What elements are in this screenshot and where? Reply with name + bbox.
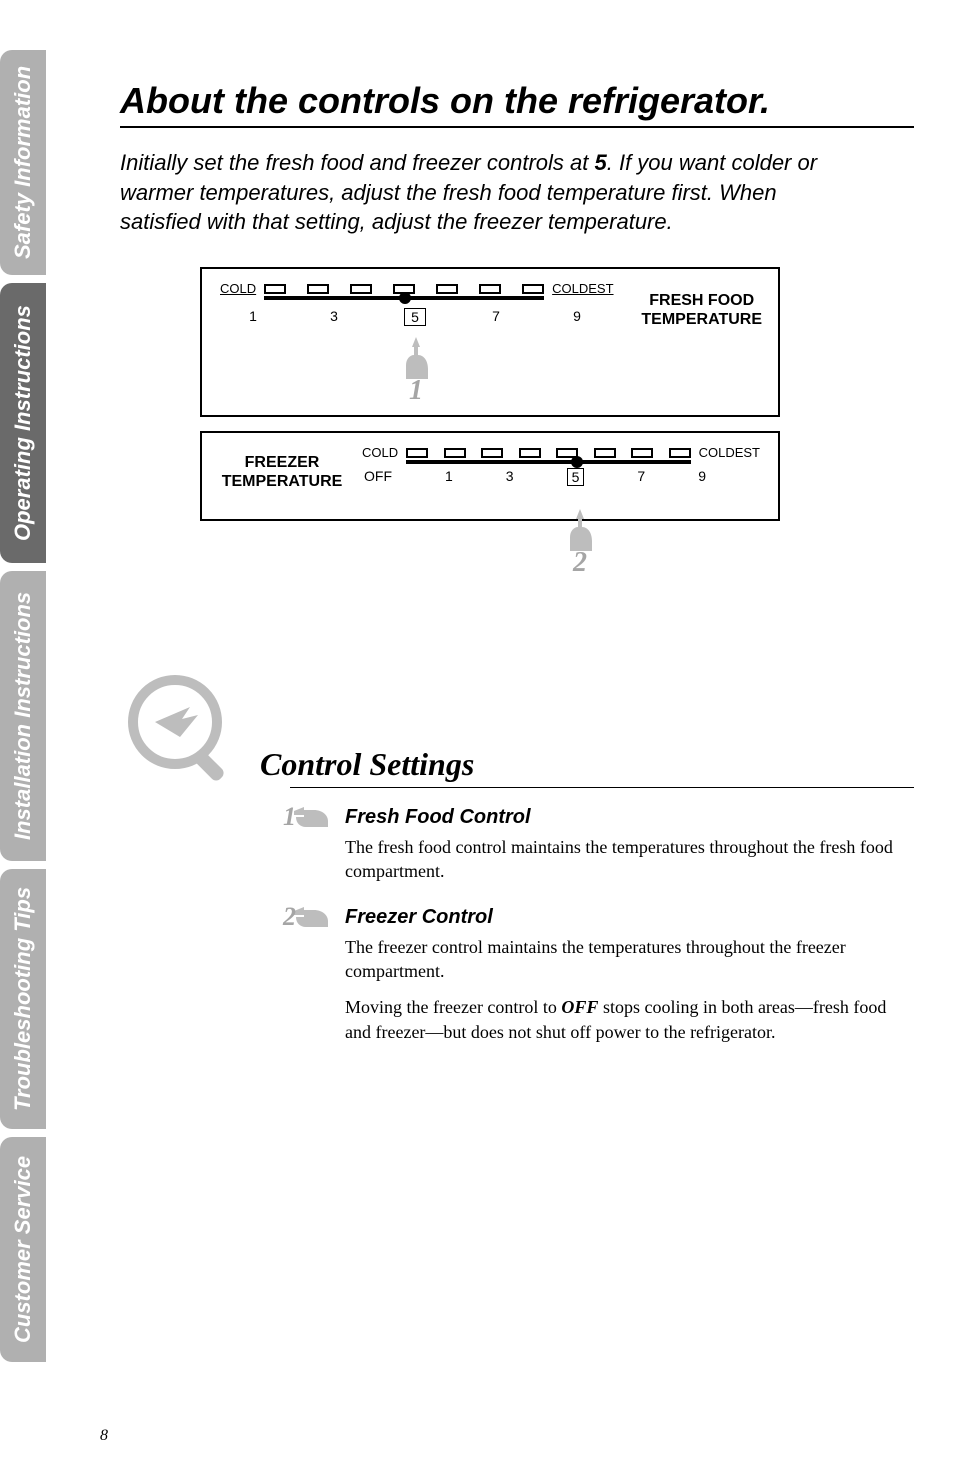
tab-installation-instructions[interactable]: Installation Instructions (0, 571, 46, 861)
section-rule (290, 787, 914, 788)
scale-num: 9 (566, 308, 588, 326)
tab-safety-information[interactable]: Safety Information (0, 50, 46, 275)
detent (481, 448, 503, 458)
scale-num: OFF (364, 468, 392, 486)
detent (350, 284, 372, 294)
tab-customer-service[interactable]: Customer Service (0, 1137, 46, 1362)
label-line1: FRESH FOOD (649, 292, 754, 309)
label-line2: TEMPERATURE (641, 311, 762, 328)
section-title: Control Settings (260, 746, 914, 783)
pointing-hand-right-icon (292, 803, 332, 831)
diagrams: COLD COLDEST 1 (200, 267, 914, 607)
callout-hand-1: 1 (398, 335, 434, 407)
callout-number: 1 (409, 375, 423, 407)
freezer-control-heading: Freezer Control (345, 906, 914, 929)
magnifier-arrow-icon (120, 667, 240, 787)
detent (436, 284, 458, 294)
fresh-food-control-block: 1 Fresh Food Control The fresh food cont… (345, 806, 914, 884)
scale-num: 1 (445, 468, 453, 486)
scale-num: 1 (242, 308, 264, 326)
scale-num-selected: 5 (404, 308, 426, 326)
freezer-panel: FREEZER TEMPERATURE COLD (200, 431, 780, 521)
pointing-hand-right-icon (292, 903, 332, 931)
page-number: 8 (100, 1427, 108, 1445)
callout-number: 2 (283, 902, 296, 932)
detent (594, 448, 616, 458)
callout-number: 2 (573, 547, 587, 579)
title-rule (120, 126, 914, 128)
label-line2: TEMPERATURE (222, 473, 343, 490)
callout-hand-2: 2 (560, 507, 600, 579)
cold-label: COLD (362, 445, 398, 460)
label-line1: FREEZER (245, 454, 320, 471)
scale-num: 3 (323, 308, 345, 326)
freezer-control-body1: The freezer control maintains the temper… (345, 935, 914, 984)
sidebar-tabs: Safety Information Operating Instruction… (0, 0, 100, 1475)
page-title: About the controls on the refrigerator. (120, 80, 914, 122)
fresh-food-control-body: The fresh food control maintains the tem… (345, 835, 914, 884)
fresh-food-control-heading: Fresh Food Control (345, 806, 914, 829)
slider-track (406, 460, 690, 464)
main-content: About the controls on the refrigerator. … (120, 80, 914, 1066)
coldest-label: COLDEST (552, 281, 613, 296)
fresh-food-panel: COLD COLDEST 1 (200, 267, 780, 417)
intro-paragraph: Initially set the fresh food and freezer… (120, 148, 840, 237)
body2-a: Moving the freezer control to (345, 997, 561, 1017)
detent (444, 448, 466, 458)
tab-operating-instructions[interactable]: Operating Instructions (0, 283, 46, 563)
callout-inline-2: 2 (283, 902, 332, 932)
detent (406, 448, 428, 458)
detent (631, 448, 653, 458)
detent (264, 284, 286, 294)
scale-num: 3 (506, 468, 514, 486)
cold-label: COLD (220, 281, 256, 296)
detent (307, 284, 329, 294)
callout-number: 1 (283, 802, 296, 832)
scale-num: 9 (698, 468, 706, 486)
detent (519, 448, 541, 458)
detent (479, 284, 501, 294)
tab-troubleshooting-tips[interactable]: Troubleshooting Tips (0, 869, 46, 1129)
coldest-label: COLDEST (699, 445, 760, 460)
callout-inline-1: 1 (283, 802, 332, 832)
freezer-control-body2: Moving the freezer control to OFF stops … (345, 995, 914, 1044)
slider-knob[interactable] (571, 456, 583, 468)
scale-num: 7 (637, 468, 645, 486)
scale-num-selected: 5 (567, 468, 585, 486)
detent (522, 284, 544, 294)
intro-text-1: Initially set the fresh food and freezer… (120, 150, 594, 175)
intro-bold-5: 5 (594, 150, 606, 175)
body2-off: OFF (561, 997, 598, 1017)
scale-num: 7 (485, 308, 507, 326)
freezer-label: FREEZER TEMPERATURE (202, 433, 362, 491)
fresh-food-label: FRESH FOOD TEMPERATURE (641, 291, 762, 329)
detent (669, 448, 691, 458)
section-head: Control Settings (120, 667, 914, 787)
freezer-control-block: 2 Freezer Control The freezer control ma… (345, 906, 914, 1044)
